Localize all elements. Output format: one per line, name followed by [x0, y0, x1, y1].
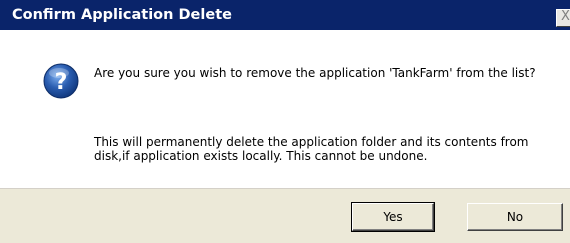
yes-button-label: Yes [383, 210, 403, 224]
close-icon: X [561, 9, 570, 24]
message-question: Are you sure you wish to remove the appl… [94, 66, 554, 80]
question-icon: ? [43, 63, 79, 99]
message-warning: This will permanently delete the applica… [94, 123, 554, 175]
confirm-dialog: Confirm Application Delete X ? Are you s… [0, 0, 570, 243]
close-button[interactable]: X [556, 9, 570, 27]
dialog-title: Confirm Application Delete [12, 7, 232, 23]
yes-button[interactable]: Yes [351, 202, 435, 232]
no-button[interactable]: No [467, 203, 563, 231]
no-button-label: No [506, 210, 524, 224]
message-line-2: This will permanently delete the applica… [94, 135, 529, 163]
svg-text:?: ? [55, 70, 68, 95]
message-line-1: Are you sure you wish to remove the appl… [94, 66, 536, 80]
title-bar[interactable]: Confirm Application Delete X [0, 0, 570, 30]
